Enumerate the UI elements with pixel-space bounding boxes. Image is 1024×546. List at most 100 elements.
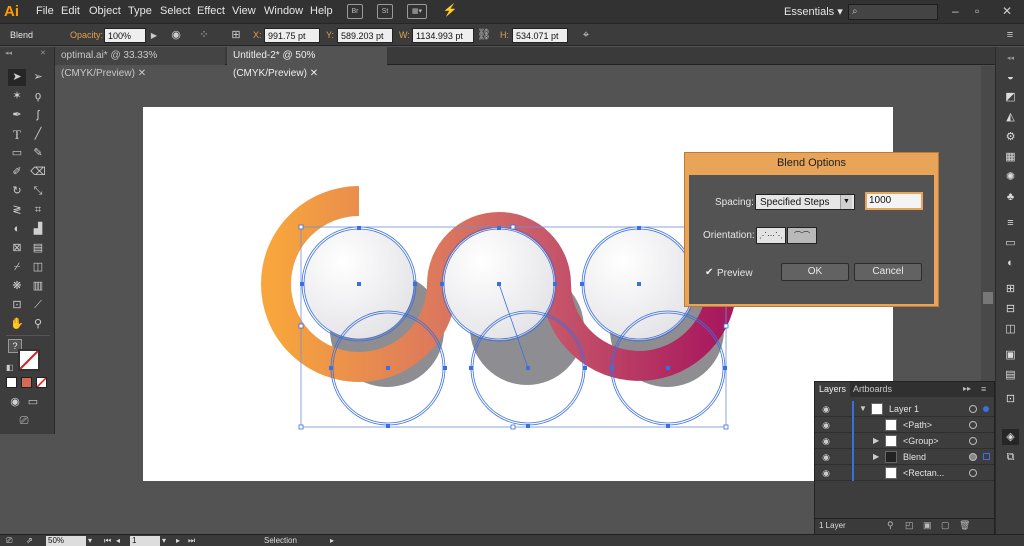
asset-export-icon[interactable]: ⊡ bbox=[1002, 391, 1019, 407]
color-mode-icon[interactable] bbox=[6, 377, 17, 388]
target-icon[interactable] bbox=[969, 453, 977, 461]
stroke-icon[interactable]: ≡ bbox=[1002, 215, 1019, 231]
target-icon[interactable] bbox=[969, 405, 977, 413]
tab-optimal[interactable]: optimal.ai* @ 33.33% (CMYK/Preview) ✕ bbox=[55, 47, 225, 79]
screen-mode-icon[interactable]: ⎚ bbox=[6, 536, 12, 546]
paintbrush-icon[interactable]: ✎ bbox=[29, 145, 47, 162]
brushes-icon[interactable]: ✺ bbox=[1002, 169, 1019, 185]
menu-select[interactable]: Select bbox=[160, 5, 191, 17]
layer-row[interactable]: ◉ <Rectan... bbox=[815, 465, 994, 481]
opacity-dropdown-icon[interactable]: ▶ bbox=[146, 28, 162, 43]
new-layer-icon[interactable]: ▢ bbox=[941, 520, 950, 531]
lasso-icon[interactable]: ϙ bbox=[29, 88, 47, 105]
rectangle-icon[interactable]: ▭ bbox=[8, 145, 26, 162]
last-artboard-icon[interactable]: ⏭ bbox=[188, 536, 195, 546]
swatches-icon[interactable]: ▦ bbox=[1002, 149, 1019, 165]
layer-name[interactable]: <Path> bbox=[903, 417, 932, 433]
default-colors-icon[interactable]: ◧ bbox=[6, 363, 14, 372]
preview-checkbox[interactable]: ✔ bbox=[705, 268, 715, 278]
workspace-switcher[interactable]: Essentials ▾ bbox=[784, 5, 843, 18]
shaper-icon[interactable]: ✐ bbox=[8, 164, 26, 181]
minimize-icon[interactable]: – bbox=[952, 4, 959, 18]
tab-artboards[interactable]: Artboards bbox=[849, 382, 896, 397]
steps-input[interactable]: 1000 bbox=[865, 192, 923, 210]
color-icon[interactable]: ◒ bbox=[1002, 69, 1019, 85]
chevron-down-icon[interactable]: ▼ bbox=[840, 195, 852, 209]
align-to-page-icon[interactable]: ⋰⋯⋱ bbox=[756, 227, 786, 244]
clipping-mask-icon[interactable]: ◰ bbox=[905, 520, 914, 531]
transparency-icon[interactable]: ◐ bbox=[1002, 255, 1019, 271]
layer-row[interactable]: ◉ <Path> bbox=[815, 417, 994, 433]
status-menu-icon[interactable]: ▸ bbox=[330, 536, 334, 546]
layer-name[interactable]: Blend bbox=[903, 449, 926, 465]
visibility-eye-icon[interactable]: ◉ bbox=[819, 433, 833, 449]
w-input[interactable]: 1134.993 pt bbox=[412, 28, 474, 43]
curvature-icon[interactable]: ∫ bbox=[29, 107, 47, 124]
cancel-button[interactable]: Cancel bbox=[854, 263, 922, 281]
new-sublayer-icon[interactable]: ▣ bbox=[923, 520, 932, 531]
pathfinder-icon[interactable]: ◫ bbox=[1002, 321, 1019, 337]
previous-artboard-icon[interactable]: ◂ bbox=[116, 536, 120, 546]
menu-edit[interactable]: Edit bbox=[61, 5, 80, 17]
layer-row[interactable]: ◉ ▶ Blend bbox=[815, 449, 994, 465]
free-transform-icon[interactable]: ⌗ bbox=[29, 202, 47, 219]
color-guide-icon[interactable]: ◩ bbox=[1002, 89, 1019, 105]
opacity-input[interactable]: 100% bbox=[104, 28, 146, 43]
x-input[interactable]: 991.75 pt bbox=[264, 28, 320, 43]
draw-mode-icon[interactable]: ◉ bbox=[6, 394, 24, 411]
symbols-icon[interactable]: ♣ bbox=[1002, 189, 1019, 205]
ok-button[interactable]: OK bbox=[781, 263, 849, 281]
close-icon[interactable]: ✕ bbox=[1002, 4, 1012, 18]
export-icon[interactable]: ⇗ bbox=[26, 536, 33, 546]
panel-menu-icon[interactable]: ≡ bbox=[981, 384, 986, 394]
target-icon[interactable] bbox=[969, 469, 977, 477]
close-tab-icon[interactable]: ✕ bbox=[310, 68, 318, 79]
collapse-panel-icon[interactable]: ◂◂ bbox=[5, 49, 12, 57]
scale-icon[interactable]: ⤡ bbox=[29, 183, 47, 200]
panel-menu-icon[interactable]: ≡ bbox=[1002, 28, 1018, 43]
y-input[interactable]: 589.203 pt bbox=[337, 28, 393, 43]
target-icon[interactable] bbox=[969, 437, 977, 445]
layer-row[interactable]: ◉ ▼ Layer 1 bbox=[815, 401, 994, 417]
hand-icon[interactable]: ✋ bbox=[8, 316, 26, 333]
expand-panels-icon[interactable]: ◂◂ bbox=[1002, 51, 1019, 67]
magic-wand-icon[interactable]: ✶ bbox=[8, 88, 26, 105]
mesh-icon[interactable]: ⊠ bbox=[8, 240, 26, 257]
gradient-icon[interactable]: ▤ bbox=[29, 240, 47, 257]
visibility-eye-icon[interactable]: ◉ bbox=[819, 449, 833, 465]
align-to-path-icon[interactable]: ⌒⌒ bbox=[787, 227, 817, 244]
expand-triangle-icon[interactable]: ▼ bbox=[859, 401, 867, 417]
gradient-mode-icon[interactable] bbox=[21, 377, 32, 388]
close-tab-icon[interactable]: ✕ bbox=[138, 68, 146, 79]
gpu-performance-icon[interactable]: ⚡ bbox=[442, 4, 458, 19]
menu-type[interactable]: Type bbox=[128, 5, 152, 17]
stroke-swatch[interactable] bbox=[18, 349, 40, 371]
symbol-sprayer-icon[interactable]: ❋ bbox=[8, 278, 26, 295]
zoom-dropdown-icon[interactable]: ▾ bbox=[88, 536, 92, 546]
properties-icon[interactable]: ▣ bbox=[1002, 347, 1019, 363]
layer-row[interactable]: ◉ ▶ <Group> bbox=[815, 433, 994, 449]
width-icon[interactable]: ≷ bbox=[8, 202, 26, 219]
rotate-icon[interactable]: ↻ bbox=[8, 183, 26, 200]
artboards-panel-icon[interactable]: ⧉ bbox=[1002, 449, 1019, 465]
direct-selection-icon[interactable]: ➢ bbox=[29, 69, 47, 86]
align-grid-icon[interactable]: ⁘ bbox=[196, 28, 212, 43]
reference-point-icon[interactable]: ⊞ bbox=[228, 28, 244, 43]
tab-layers[interactable]: Layers bbox=[815, 382, 851, 397]
selection-icon[interactable]: ➤ bbox=[8, 69, 26, 86]
collapse-panel-icon[interactable]: ▸▸ bbox=[963, 384, 971, 393]
menu-help[interactable]: Help bbox=[310, 5, 333, 17]
slice-icon[interactable]: ⟋ bbox=[29, 297, 47, 314]
scroll-thumb[interactable] bbox=[983, 292, 993, 304]
transform-panel-icon[interactable]: ⊞ bbox=[1002, 281, 1019, 297]
menu-window[interactable]: Window bbox=[264, 5, 303, 17]
artboard-dropdown-icon[interactable]: ▾ bbox=[162, 536, 166, 546]
stock-icon[interactable]: St bbox=[377, 4, 393, 19]
arrange-documents-icon[interactable]: ▦▾ bbox=[407, 4, 427, 19]
zoom-input[interactable]: 50% bbox=[46, 536, 86, 546]
layers-icon[interactable]: ◈ bbox=[1002, 429, 1019, 445]
line-icon[interactable]: ╱ bbox=[29, 126, 47, 143]
opacity-label[interactable]: Opacity: bbox=[70, 30, 103, 40]
graphic-styles-icon[interactable]: ⚙ bbox=[1002, 129, 1019, 145]
type-icon[interactable]: T bbox=[8, 126, 26, 143]
